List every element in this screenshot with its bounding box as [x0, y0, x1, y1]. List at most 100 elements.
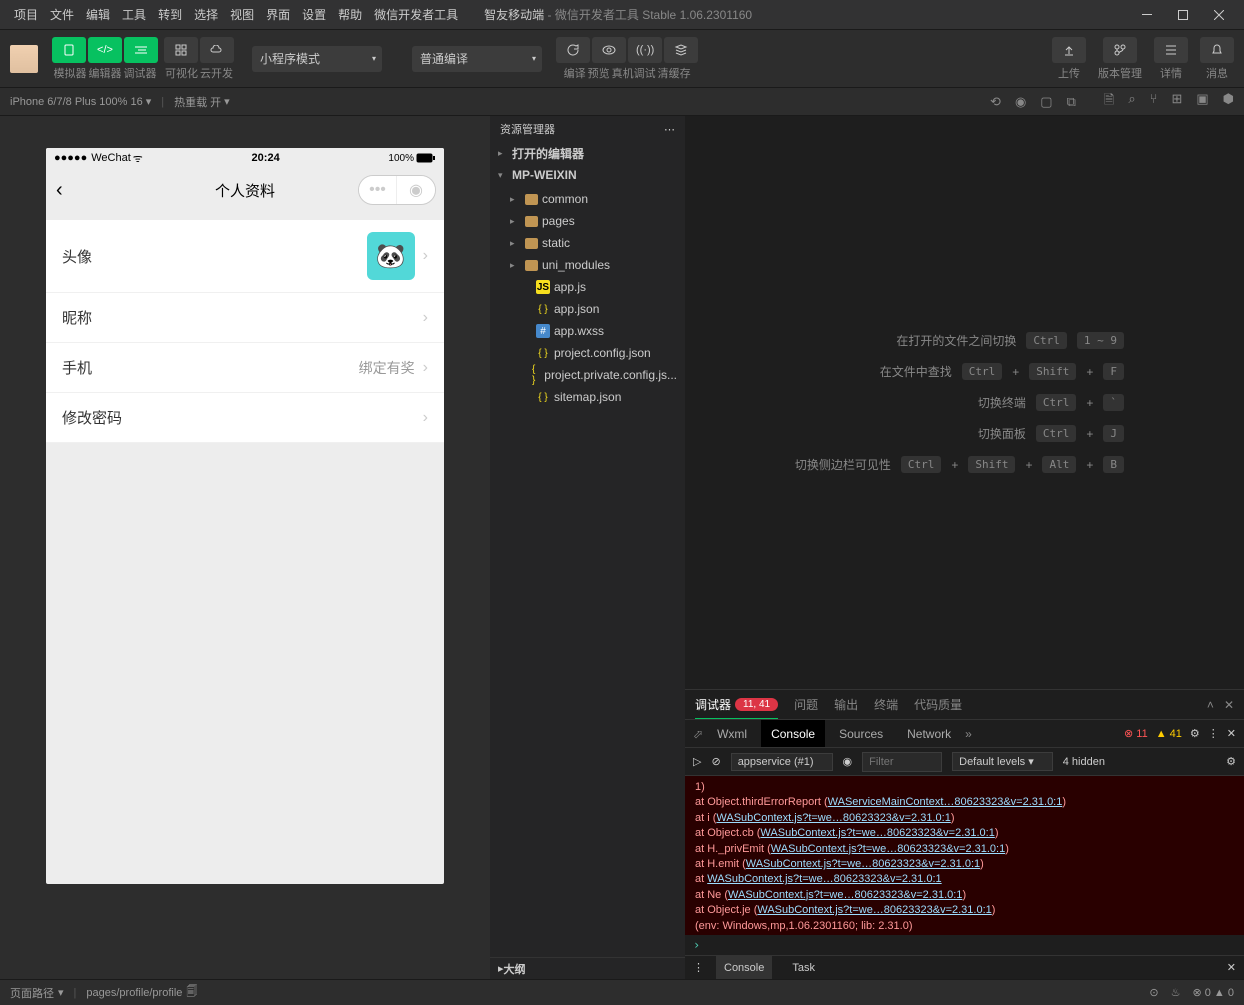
filter-input[interactable] — [862, 752, 942, 772]
close-drawer-icon[interactable]: ✕ — [1227, 961, 1236, 974]
devtools-tab-network[interactable]: Network — [897, 720, 961, 747]
bug-icon[interactable]: ⬢ — [1223, 91, 1234, 113]
error-count[interactable]: ⊗ 11 — [1124, 727, 1148, 740]
simulator-tab-button[interactable] — [52, 37, 86, 63]
messages-button[interactable] — [1200, 37, 1234, 63]
terminal-icon[interactable]: ▣ — [1196, 91, 1208, 113]
version-button[interactable] — [1103, 37, 1137, 63]
real-device-button[interactable]: ((·)) — [628, 37, 662, 63]
flame-icon[interactable]: ♨ — [1171, 986, 1181, 999]
menu-选择[interactable]: 选择 — [188, 6, 224, 23]
folder-pages[interactable]: ▸pages — [490, 210, 685, 232]
profile-item-修改密码[interactable]: 修改密码› — [46, 393, 444, 443]
compile-button[interactable] — [556, 37, 590, 63]
back-icon[interactable]: ‹ — [56, 179, 63, 202]
menu-工具[interactable]: 工具 — [116, 6, 152, 23]
preview-button[interactable] — [592, 37, 626, 63]
capsule-close-button[interactable]: ◉ — [397, 176, 435, 204]
play-icon[interactable]: ▷ — [693, 755, 701, 768]
files-icon[interactable]: 🗎 — [1104, 91, 1114, 113]
menu-转到[interactable]: 转到 — [152, 6, 188, 23]
console-prompt[interactable]: › — [685, 935, 1244, 955]
mode-select[interactable]: 小程序模式 — [252, 46, 382, 72]
folder-common[interactable]: ▸common — [490, 188, 685, 210]
outline-section[interactable]: ▸大纲 — [490, 957, 685, 979]
hot-reload-toggle[interactable]: 热重载 开 ▾ — [174, 94, 230, 110]
details-button[interactable] — [1154, 37, 1188, 63]
gear-icon-2[interactable]: ⚙ — [1226, 755, 1236, 768]
close-panel-icon[interactable]: ✕ — [1224, 698, 1234, 712]
menu-微信开发者工具[interactable]: 微信开发者工具 — [368, 6, 464, 23]
clear-cache-button[interactable] — [664, 37, 698, 63]
menu-编辑[interactable]: 编辑 — [80, 6, 116, 23]
rotate-icon[interactable]: ⟲ — [990, 94, 1001, 110]
device-frame-icon[interactable]: ▢ — [1040, 94, 1052, 110]
debug-tab-output[interactable]: 输出 — [834, 690, 858, 719]
clear-icon[interactable]: ⊘ — [711, 755, 720, 768]
more-icon[interactable]: ⋯ — [664, 123, 675, 136]
profile-item-昵称[interactable]: 昵称› — [46, 293, 444, 343]
popout-icon[interactable]: ⧉ — [1067, 94, 1076, 110]
close-icon[interactable]: ✕ — [1227, 727, 1236, 740]
debug-tab-quality[interactable]: 代码质量 — [914, 690, 962, 719]
devtools-tab-sources[interactable]: Sources — [829, 720, 893, 747]
menu-文件[interactable]: 文件 — [44, 6, 80, 23]
footer-tab-console[interactable]: Console — [716, 956, 772, 979]
live-icon[interactable]: ◉ — [843, 755, 853, 768]
debug-tab-terminal[interactable]: 终端 — [874, 690, 898, 719]
hidden-count[interactable]: 4 hidden — [1063, 756, 1105, 768]
menu-设置[interactable]: 设置 — [296, 6, 332, 23]
project-root[interactable]: ▾MP-WEIXIN — [490, 164, 685, 186]
levels-select[interactable]: Default levels ▾ — [952, 752, 1053, 771]
menu-帮助[interactable]: 帮助 — [332, 6, 368, 23]
device-select[interactable]: iPhone 6/7/8 Plus 100% 16 ▾ — [10, 95, 151, 108]
context-select[interactable]: appservice (#1) — [731, 753, 833, 771]
visual-tab-button[interactable] — [164, 37, 198, 63]
more-tabs-icon[interactable]: » — [965, 727, 972, 741]
file-project.private.config.js...[interactable]: { }project.private.config.js... — [490, 364, 685, 386]
debug-tab-debugger[interactable]: 调试器11, 41 — [695, 690, 778, 719]
editor-label: 编辑器 — [89, 65, 122, 81]
minimize-button[interactable] — [1130, 3, 1164, 27]
file-project.config.json[interactable]: { }project.config.json — [490, 342, 685, 364]
debug-tab-problems[interactable]: 问题 — [794, 690, 818, 719]
page-path[interactable]: pages/profile/profile 🗐 — [86, 983, 197, 1002]
footer-tab-task[interactable]: Task — [784, 956, 823, 979]
user-avatar[interactable] — [10, 45, 38, 73]
menu-视图[interactable]: 视图 — [224, 6, 260, 23]
editor-tab-button[interactable]: </> — [88, 37, 122, 63]
upload-button[interactable] — [1052, 37, 1086, 63]
file-sitemap.json[interactable]: { }sitemap.json — [490, 386, 685, 408]
file-app.js[interactable]: JSapp.js — [490, 276, 685, 298]
gear-icon[interactable]: ⚙ — [1190, 727, 1200, 740]
profile-item-手机[interactable]: 手机绑定有奖› — [46, 343, 444, 393]
chevron-up-icon[interactable]: ˄ — [1207, 698, 1214, 712]
kebab-icon[interactable]: ⋮ — [1208, 727, 1219, 740]
menu-界面[interactable]: 界面 — [260, 6, 296, 23]
devtools-tab-console[interactable]: Console — [761, 720, 825, 747]
capsule-menu-button[interactable]: ••• — [359, 176, 397, 204]
menu-项目[interactable]: 项目 — [8, 6, 44, 23]
debugger-tab-button[interactable] — [124, 37, 158, 63]
file-app.json[interactable]: { }app.json — [490, 298, 685, 320]
search-icon[interactable]: ⌕ — [1128, 91, 1135, 113]
console-output[interactable]: 1) at Object.thirdErrorReport (WAService… — [685, 776, 1244, 935]
record-icon[interactable]: ◉ — [1015, 94, 1026, 110]
maximize-button[interactable] — [1166, 3, 1200, 27]
warning-count[interactable]: ▲ 41 — [1156, 728, 1182, 740]
inspect-icon[interactable]: ⬀ — [693, 727, 703, 741]
folder-uni_modules[interactable]: ▸uni_modules — [490, 254, 685, 276]
scm-icon[interactable]: ⑂ — [1150, 91, 1158, 113]
compile-select[interactable]: 普通编译 — [412, 46, 542, 72]
perf-icon[interactable]: ⊙ — [1149, 986, 1158, 999]
drawer-icon[interactable]: ⋮ — [693, 961, 704, 974]
devtools-tab-wxml[interactable]: Wxml — [707, 720, 757, 747]
file-app.wxss[interactable]: #app.wxss — [490, 320, 685, 342]
extensions-icon[interactable]: ⊞ — [1171, 91, 1182, 113]
profile-item-头像[interactable]: 头像🐼› — [46, 220, 444, 293]
open-editors-section[interactable]: ▸打开的编辑器 — [490, 142, 685, 164]
page-path-label[interactable]: 页面路径 ▾ — [10, 985, 64, 1001]
folder-static[interactable]: ▸static — [490, 232, 685, 254]
close-button[interactable] — [1202, 3, 1236, 27]
cloud-tab-button[interactable] — [200, 37, 234, 63]
